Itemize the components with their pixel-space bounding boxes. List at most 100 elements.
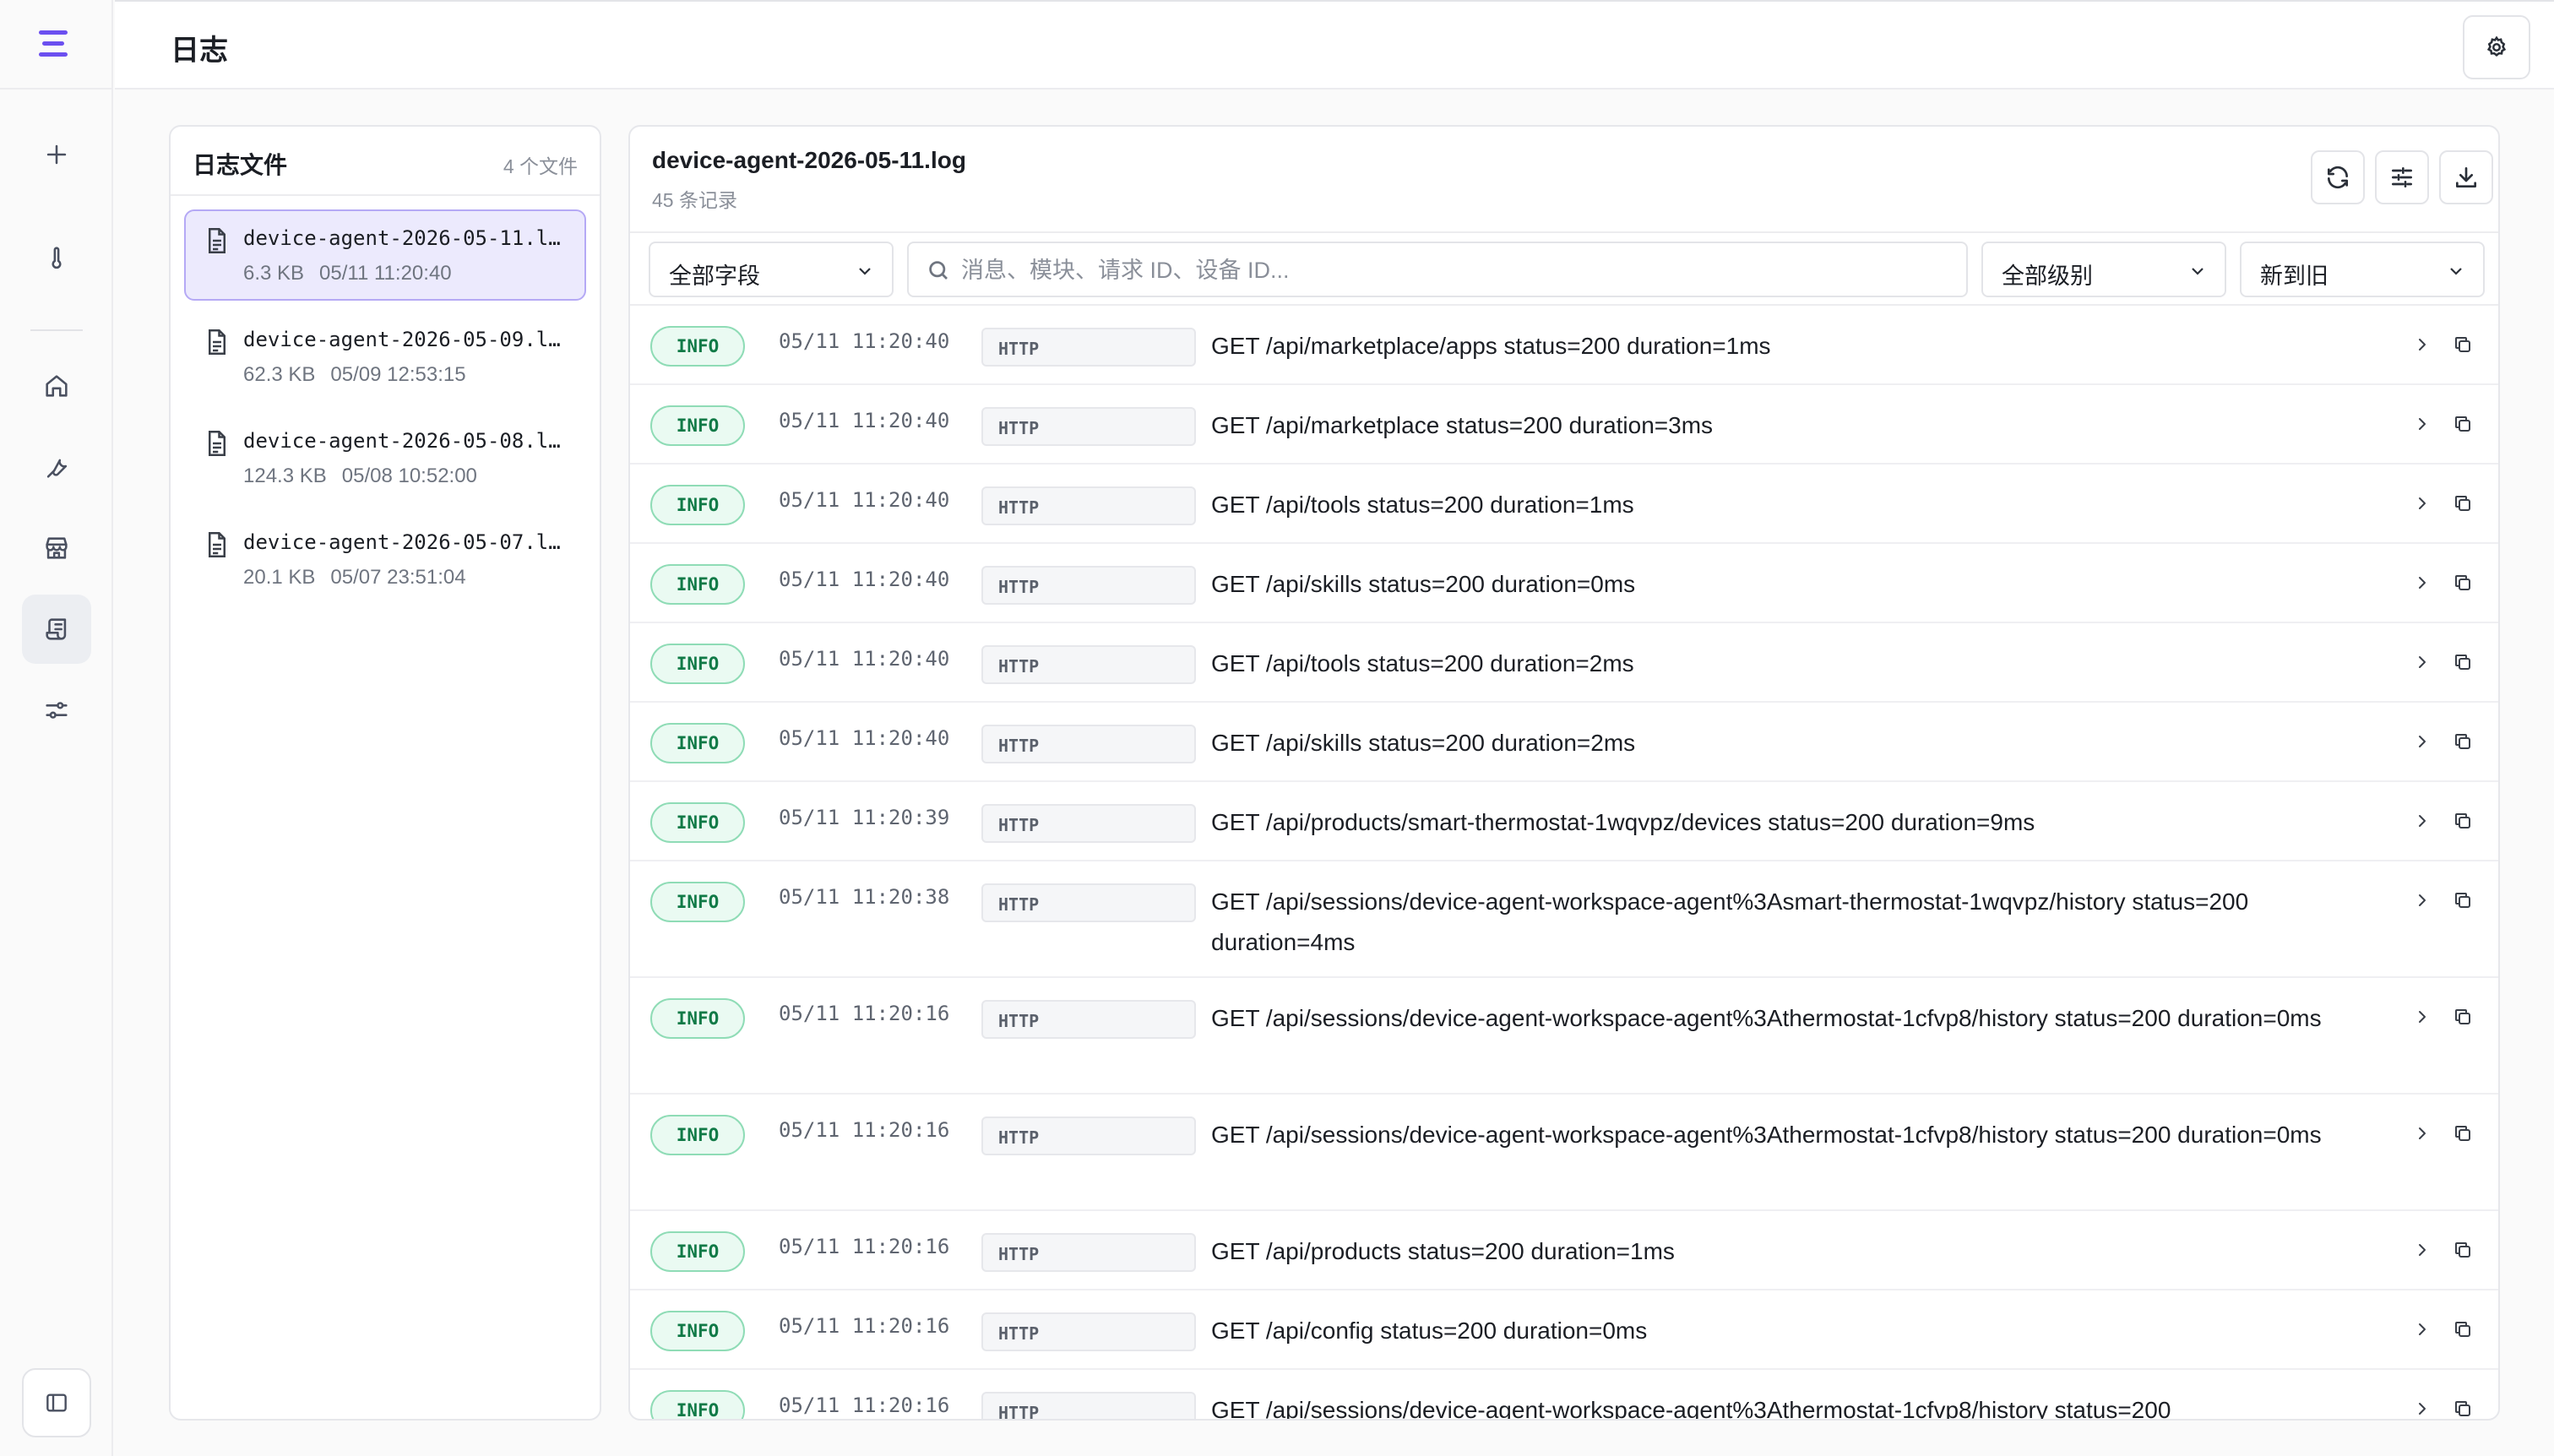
log-entry-row[interactable]: INFO 05/11 11:20:40 HTTP GET /api/tools … bbox=[630, 465, 2498, 544]
copy-icon bbox=[2455, 1009, 2470, 1024]
field-filter-select[interactable]: 全部字段 bbox=[649, 242, 894, 297]
expand-button[interactable] bbox=[2412, 1240, 2432, 1260]
log-entry-row[interactable]: INFO 05/11 11:20:40 HTTP GET /api/tools … bbox=[630, 623, 2498, 703]
level-badge: INFO bbox=[650, 405, 745, 446]
file-icon bbox=[204, 328, 230, 356]
module-tag: HTTP bbox=[981, 883, 1196, 922]
expand-button[interactable] bbox=[2412, 811, 2432, 831]
copy-button[interactable] bbox=[2453, 1123, 2473, 1144]
sidebar-item-logs[interactable] bbox=[22, 595, 91, 664]
chevron-right-icon bbox=[2419, 1011, 2426, 1023]
file-size: 6.3 KB bbox=[243, 262, 305, 285]
refresh-button[interactable] bbox=[2311, 150, 2365, 204]
expand-button[interactable] bbox=[2412, 1123, 2432, 1144]
download-icon bbox=[2456, 167, 2476, 187]
expand-button[interactable] bbox=[2412, 1319, 2432, 1339]
log-entry-row[interactable]: INFO 05/11 11:20:16 HTTP GET /api/sessio… bbox=[630, 978, 2498, 1095]
entry-time: 05/11 11:20:38 bbox=[779, 885, 950, 909]
copy-button[interactable] bbox=[2453, 334, 2473, 355]
copy-button[interactable] bbox=[2453, 1240, 2473, 1260]
sidebar-item-marketplace[interactable] bbox=[22, 513, 91, 583]
log-entry-row[interactable]: INFO 05/11 11:20:38 HTTP GET /api/sessio… bbox=[630, 861, 2498, 978]
sort-order-select[interactable]: 新到旧 bbox=[2240, 242, 2485, 297]
module-tag: HTTP bbox=[981, 1233, 1196, 1272]
module-tag: HTTP bbox=[981, 486, 1196, 525]
expand-button[interactable] bbox=[2412, 652, 2432, 672]
file-name: device-agent-2026-05-11.log bbox=[243, 226, 573, 250]
entry-message: GET /api/sessions/device-agent-workspace… bbox=[1211, 1005, 2322, 1031]
file-size: 20.1 KB bbox=[243, 566, 316, 589]
logo-icon[interactable] bbox=[39, 27, 73, 61]
file-name: device-agent-2026-05-07.log bbox=[243, 530, 573, 554]
sidebar-toggle-button[interactable] bbox=[22, 1368, 91, 1437]
chevron-right-icon bbox=[2419, 894, 2426, 906]
module-tag: HTTP bbox=[981, 407, 1196, 446]
field-filter-value: 全部字段 bbox=[669, 263, 760, 289]
entry-time: 05/11 11:20:16 bbox=[779, 1394, 950, 1417]
search-input[interactable] bbox=[961, 253, 1949, 287]
chevron-right-icon bbox=[2419, 1127, 2426, 1139]
log-entry-row[interactable]: INFO 05/11 11:20:16 HTTP GET /api/sessio… bbox=[630, 1370, 2498, 1419]
file-item[interactable]: device-agent-2026-05-11.log 6.3 KB 05/11 … bbox=[184, 209, 586, 301]
files-panel-title: 日志文件 bbox=[193, 152, 288, 178]
expand-button[interactable] bbox=[2412, 890, 2432, 910]
level-badge: INFO bbox=[650, 485, 745, 525]
chevron-right-icon bbox=[2419, 656, 2426, 668]
log-entry-row[interactable]: INFO 05/11 11:20:16 HTTP GET /api/sessio… bbox=[630, 1095, 2498, 1211]
log-entry-row[interactable]: INFO 05/11 11:20:40 HTTP GET /api/skills… bbox=[630, 703, 2498, 782]
entry-message: GET /api/skills status=200 duration=2ms bbox=[1211, 730, 1636, 756]
chevron-right-icon bbox=[2419, 1244, 2426, 1256]
search-icon bbox=[929, 261, 948, 280]
filter-settings-button[interactable] bbox=[2375, 150, 2429, 204]
level-filter-select[interactable]: 全部级别 bbox=[1981, 242, 2226, 297]
new-button[interactable] bbox=[22, 120, 91, 189]
level-badge: INFO bbox=[650, 882, 745, 922]
copy-icon bbox=[2455, 734, 2470, 749]
copy-button[interactable] bbox=[2453, 1007, 2473, 1027]
expand-button[interactable] bbox=[2412, 334, 2432, 355]
sidebar-item-tools[interactable] bbox=[22, 432, 91, 502]
log-entry-row[interactable]: INFO 05/11 11:20:40 HTTP GET /api/skills… bbox=[630, 544, 2498, 623]
sidebar-divider bbox=[0, 88, 113, 90]
entry-time: 05/11 11:20:16 bbox=[779, 1314, 950, 1338]
level-badge: INFO bbox=[650, 1311, 745, 1351]
store-icon bbox=[46, 537, 68, 559]
expand-button[interactable] bbox=[2412, 731, 2432, 752]
copy-button[interactable] bbox=[2453, 890, 2473, 910]
file-meta: 6.3 KB 05/11 11:20:40 bbox=[243, 262, 452, 285]
search-box[interactable] bbox=[907, 242, 1968, 297]
sidebar-item-home[interactable] bbox=[22, 351, 91, 421]
expand-button[interactable] bbox=[2412, 493, 2432, 513]
module-tag: HTTP bbox=[981, 1312, 1196, 1351]
expand-button[interactable] bbox=[2412, 1007, 2432, 1027]
sidebar-item-device[interactable] bbox=[22, 223, 91, 292]
settings-button[interactable] bbox=[2463, 15, 2530, 79]
copy-button[interactable] bbox=[2453, 414, 2473, 434]
log-entry-row[interactable]: INFO 05/11 11:20:16 HTTP GET /api/produc… bbox=[630, 1211, 2498, 1290]
file-item[interactable]: device-agent-2026-05-08.log 124.3 KB 05/0… bbox=[184, 412, 586, 503]
copy-button[interactable] bbox=[2453, 1399, 2473, 1419]
copy-button[interactable] bbox=[2453, 493, 2473, 513]
copy-button[interactable] bbox=[2453, 1319, 2473, 1339]
log-entry-row[interactable]: INFO 05/11 11:20:40 HTTP GET /api/market… bbox=[630, 385, 2498, 465]
level-badge: INFO bbox=[650, 1390, 745, 1419]
copy-button[interactable] bbox=[2453, 573, 2473, 593]
copy-button[interactable] bbox=[2453, 731, 2473, 752]
module-tag: HTTP bbox=[981, 1392, 1196, 1419]
expand-button[interactable] bbox=[2412, 1399, 2432, 1419]
file-item[interactable]: device-agent-2026-05-07.log 20.1 KB 05/07… bbox=[184, 513, 586, 605]
log-viewer-panel: device-agent-2026-05-11.log 45 条记录 全部字段 … bbox=[628, 125, 2500, 1421]
file-item[interactable]: device-agent-2026-05-09.log 62.3 KB 05/09… bbox=[184, 311, 586, 402]
sidebar-item-settings[interactable] bbox=[22, 676, 91, 745]
copy-button[interactable] bbox=[2453, 652, 2473, 672]
log-entry-row[interactable]: INFO 05/11 11:20:40 HTTP GET /api/market… bbox=[630, 306, 2498, 385]
expand-button[interactable] bbox=[2412, 414, 2432, 434]
expand-button[interactable] bbox=[2412, 573, 2432, 593]
download-button[interactable] bbox=[2439, 150, 2493, 204]
copy-icon bbox=[2455, 813, 2470, 829]
level-badge: INFO bbox=[650, 1115, 745, 1155]
log-entry-row[interactable]: INFO 05/11 11:20:39 HTTP GET /api/produc… bbox=[630, 782, 2498, 861]
copy-button[interactable] bbox=[2453, 811, 2473, 831]
log-entry-row[interactable]: INFO 05/11 11:20:16 HTTP GET /api/config… bbox=[630, 1290, 2498, 1370]
chevron-right-icon bbox=[2419, 1403, 2426, 1415]
